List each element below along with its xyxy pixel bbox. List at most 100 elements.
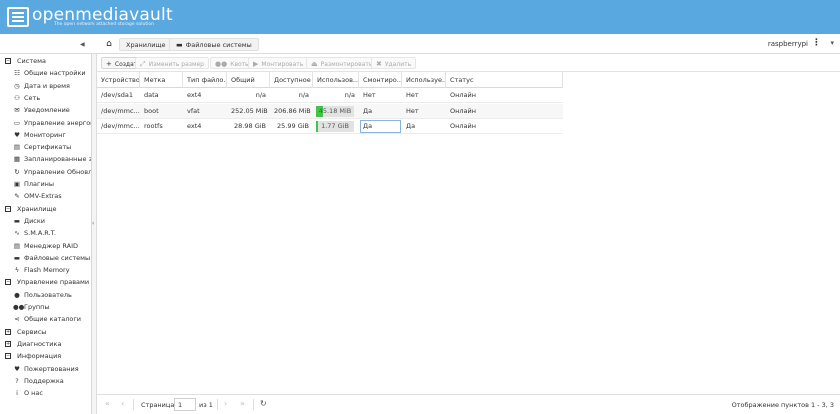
sidebar-item-users[interactable]: ● Пользователь [13,289,72,301]
raid-manager-icon: ▤ [13,241,21,250]
refresh-icon[interactable]: ↻ [260,399,267,408]
sidebar-item-raid-manager[interactable]: ▤ Менеджер RAID [13,240,78,252]
table-row[interactable]: /dev/mmc... rootfs ext4 28.98 GiB 25.99 GiB 1… [97,119,563,134]
column-header-status[interactable]: Статус [446,72,563,88]
sidebar-item-information[interactable]: − Информация [5,350,61,362]
cell-referenced: Нет [406,106,419,115]
sidebar-item-storage[interactable]: − Хранилище [5,203,57,215]
sidebar-item-label: Мониторинг [24,130,66,139]
column-header-total[interactable]: Общий [227,72,270,88]
collapse-icon[interactable]: − [5,353,11,360]
sidebar-item-plugins[interactable]: ▣ Плагины [13,178,54,190]
sidebar-item-label: О нас [24,389,43,398]
usage-value: 1.77 GiB [321,122,349,130]
sidebar-item-certificates[interactable]: ▤ Сертификаты [13,141,71,153]
sidebar-item-filesystems[interactable]: ▬ Файловые системы [13,252,90,264]
general-settings-icon: ☷ [14,69,20,78]
sidebar-item-scheduled-jobs[interactable]: ▦Запланированные задач [13,153,91,165]
expand-icon[interactable]: + [5,340,11,347]
about-icon: i [16,389,18,398]
sidebar-item-flash-memory[interactable]: ϟ Flash Memory [13,264,70,276]
sidebar-item-support[interactable]: ? Поддержка [13,375,63,387]
collapse-icon[interactable]: − [5,205,11,212]
next-page-icon[interactable]: › [224,399,227,408]
table-row[interactable]: /dev/sda1 data ext4 n/a n/a n/a Нет Нет Онлайн [97,88,563,103]
sidebar-item-label: Менеджер RAID [24,241,79,250]
cell-fstype: vfat [187,106,200,115]
groups-icon: ●● [13,303,25,311]
column-header-device[interactable]: Устройство [97,72,140,88]
sidebar-item-label: Система [17,57,47,65]
table-row[interactable]: /dev/mmc... boot vfat 252.05 MiB 206.86 MiB 4… [97,103,563,119]
mount-button[interactable]: ▶ Монтировать [248,57,309,69]
sidebar-item-label: Пожертвования [24,364,79,373]
collapse-left-icon[interactable]: ◀ [80,41,85,48]
column-header-available[interactable]: Доступное [270,72,313,88]
flash-memory-icon: ϟ [14,266,20,275]
column-header-mounted[interactable]: Смонтиро... [359,72,402,88]
column-header-used[interactable]: Использов... [313,72,359,88]
sidebar-item-shared-folders[interactable]: ⋖ Общие каталоги [13,313,81,325]
last-page-icon[interactable]: » [240,399,245,408]
collapse-arrow-icon[interactable]: ‹ [92,220,94,227]
collapse-icon[interactable]: − [5,58,11,64]
cell-label: rootfs [144,122,163,130]
sidebar-item-date-time[interactable]: ◷ Дата и время [13,80,70,92]
breadcrumb-label: Хранилище [126,41,166,49]
first-page-icon[interactable]: « [105,399,110,408]
cell-status: Онлайн [450,122,476,130]
sidebar-item-label: S.M.A.R.T. [24,229,56,238]
sidebar-item-label: Управление Обновления [24,167,92,176]
sidebar-item-power-management[interactable]: ▭Управление энергопотр [13,117,91,129]
sidebar-item-network[interactable]: ⚇ Сеть [13,92,40,104]
prev-page-icon[interactable]: ‹ [121,399,124,408]
sidebar-item-smart[interactable]: ∿ S.M.A.R.T. [13,227,56,239]
sidebar-item-access-rights[interactable]: −Управление правами доступ [5,276,91,288]
shared-folders-icon: ⋖ [14,315,20,324]
resize-button[interactable]: ⤢ Изменить размер [135,57,209,69]
sidebar-item-system[interactable]: − Система [5,55,46,67]
button-label: Квоты [230,61,250,68]
cell-available: 206.86 MiB [274,106,311,115]
sidebar-item-donate[interactable]: ♥ Пожертвования [13,363,79,375]
pager-divider [133,399,134,410]
unmount-button[interactable]: ⏏ Размонтировать [306,57,378,69]
delete-button[interactable]: ✖ Удалить [371,57,417,69]
sidebar-item-groups[interactable]: ●●Группы [13,301,50,313]
home-icon[interactable]: ⌂ [102,38,116,51]
play-icon: ▶ [253,60,259,68]
quota-icon: ●● [215,60,228,68]
cell-device: /dev/mmc... [101,122,140,130]
sidebar-item-diagnostics[interactable]: + Диагностика [5,338,61,350]
sidebar-item-label: OMV-Extras [24,192,62,201]
sidebar-item-monitoring[interactable]: ♥ Мониторинг [13,129,66,141]
eject-icon: ⏏ [311,60,318,68]
expand-icon[interactable]: + [5,328,11,335]
plus-icon: + [106,60,112,68]
sidebar-item-label: Уведомление [24,106,70,115]
more-vertical-icon[interactable]: ⋮ [812,38,821,48]
sidebar-item-omv-extras[interactable]: ✎ OMV-Extras [13,190,62,202]
sidebar-item-disks[interactable]: ▬ Диски [13,215,45,227]
column-header-label[interactable]: Метка [140,72,183,88]
column-header-fstype[interactable]: Тип файло... [183,72,227,88]
button-label: Монтировать [261,61,304,68]
sidebar-item-services[interactable]: + Сервисы [5,326,46,338]
column-header-referenced[interactable]: Используе... [402,72,446,88]
sidebar-item-about[interactable]: i О нас [13,387,43,399]
users-icon: ● [14,290,20,299]
cell-status: Онлайн [450,106,476,115]
sidebar-item-notification[interactable]: ✉ Уведомление [13,104,70,116]
sidebar-item-update-management[interactable]: ↻ Управление Обновления [13,166,92,178]
breadcrumb-item-storage[interactable]: Хранилище [119,38,173,51]
collapse-icon[interactable]: − [5,279,11,286]
page-number-input[interactable] [174,398,196,411]
sidebar-item-label: Сертификаты [24,143,72,152]
cell-total: n/a [255,91,266,99]
sidebar-item-general-settings[interactable]: ☷ Общие настройки [13,67,86,79]
breadcrumb-item-filesystems[interactable]: ▬ Файловые системы [169,38,259,51]
chevron-down-icon[interactable]: ▾ [830,39,834,47]
cell-device: /dev/sda1 [101,91,133,99]
cell-fstype: ext4 [187,91,202,99]
cell-total: 252.05 MiB [231,106,268,115]
